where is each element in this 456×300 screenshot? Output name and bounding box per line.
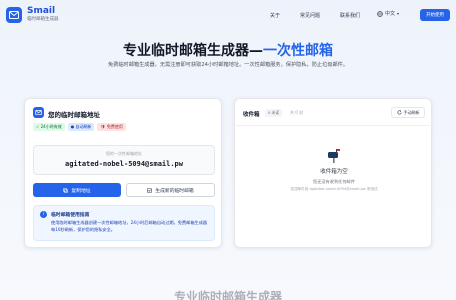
generate-label: 生成新的临时邮箱 <box>155 188 194 194</box>
badge-free: 🛡 免费使用 <box>97 123 126 131</box>
copy-label: 复制地址 <box>71 188 91 194</box>
inbox-title: 收件箱 <box>243 112 260 118</box>
info-icon: i <box>40 211 47 218</box>
usage-guide: i 临时邮箱使用指南 使用临时邮箱生成器创建一次性邮箱地址，24小时后邮箱自动过… <box>33 205 215 241</box>
copy-icon <box>63 187 69 193</box>
unread-badge: 0 未读 <box>265 109 283 117</box>
hero-title-accent: 一次性邮箱 <box>263 43 333 59</box>
language-label: 中文 <box>385 11 396 17</box>
start-button[interactable]: 开始使用 <box>420 9 450 21</box>
nav-contact[interactable]: 联系我们 <box>340 12 360 19</box>
nav-about[interactable]: 关于 <box>270 12 280 19</box>
copy-address-button[interactable]: 复制地址 <box>33 183 121 197</box>
mail-logo-icon[interactable] <box>6 7 22 23</box>
empty-hint: 发送邮件到 agitated-nobel-5094@smail.pw 来测试 <box>290 187 378 191</box>
empty-subtitle: 您还没有收到任何邮件 <box>313 179 355 184</box>
mailbox-title: 您的临时邮箱地址 <box>48 111 100 119</box>
mail-count: 共 0 封 <box>290 110 304 115</box>
hero-subtitle: 免费临时邮箱生成器，无需注册即可获取24小时邮箱地址。一次性邮箱服务，保护隐私，… <box>107 62 349 68</box>
brand[interactable]: Smail 临时邮箱生成器 <box>27 7 59 23</box>
badge-valid-24h: ✓ 24小时有效 <box>33 123 65 131</box>
envelope-icon <box>33 107 44 118</box>
hero-title-main: 专业临时邮箱生成器 <box>123 43 249 59</box>
brand-subtitle: 临时邮箱生成器 <box>27 17 59 23</box>
email-label: 您的一次性邮箱地址 <box>106 151 142 156</box>
email-address[interactable]: agitated-nobel-5094@smail.pw <box>34 160 214 168</box>
refresh-label: 手动刷新 <box>403 109 420 115</box>
language-selector[interactable]: 中文 ▾ <box>377 10 399 17</box>
email-display[interactable]: 您的一次性邮箱地址 agitated-nobel-5094@smail.pw <box>33 145 215 175</box>
section-heading: 专业临时邮箱生成器 <box>173 290 282 300</box>
mailbox-icon <box>328 149 340 163</box>
refresh-icon <box>396 110 402 115</box>
globe-icon <box>377 10 383 17</box>
divider <box>235 125 433 126</box>
mailbox-card: 您的临时邮箱地址 ✓ 24小时有效 ● 自动刷新 🛡 免费使用 您的一次性邮箱地… <box>24 98 222 248</box>
guide-title: 临时邮箱使用指南 <box>51 213 90 218</box>
nav-faq[interactable]: 常见问题 <box>300 12 320 19</box>
feature-badges: ✓ 24小时有效 ● 自动刷新 🛡 免费使用 <box>33 123 126 131</box>
badge-auto-refresh: ● 自动刷新 <box>67 123 95 131</box>
hero-title: 专业临时邮箱生成器—一次性邮箱 <box>0 40 456 60</box>
chevron-down-icon: ▾ <box>397 11 400 16</box>
hero-title-dash: — <box>249 43 263 59</box>
empty-title: 收件箱为空 <box>320 169 348 175</box>
inbox-card: 收件箱 0 未读 共 0 封 手动刷新 收件箱为空 您还没有收到任何邮件 发送邮… <box>234 98 433 248</box>
guide-text: 使用临时邮箱生成器创建一次性邮箱地址，24小时后邮箱自动过期。免费邮箱生成器每1… <box>51 220 208 232</box>
generate-new-button[interactable]: 生成新的临时邮箱 <box>126 183 215 197</box>
new-mail-icon <box>147 187 153 193</box>
refresh-button[interactable]: 手动刷新 <box>391 107 425 118</box>
brand-name: Smail <box>27 6 56 17</box>
